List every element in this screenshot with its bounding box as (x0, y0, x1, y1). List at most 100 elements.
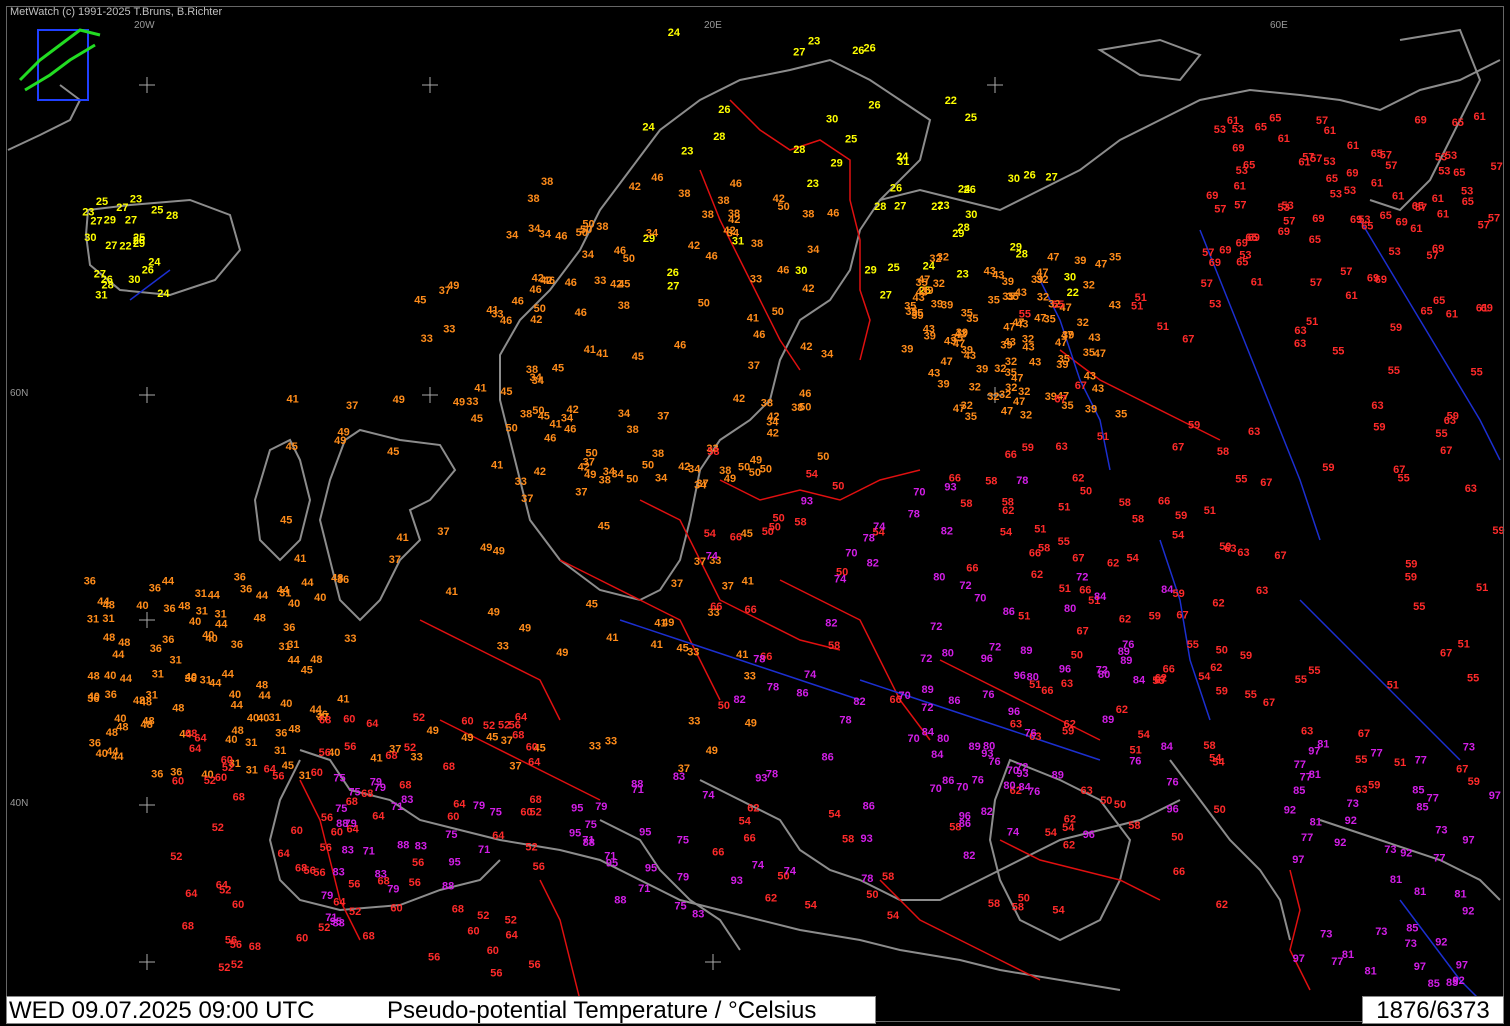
station-value-magenta: 81 (1390, 874, 1402, 886)
station-value-magenta: 81 (1317, 739, 1329, 751)
station-value-red: 67 (1077, 626, 1089, 638)
station-value-red: 58 (794, 516, 806, 528)
station-value-orange: 45 (552, 363, 564, 375)
station-value-orange: 34 (766, 417, 779, 429)
station-value-red: 69 (1236, 237, 1248, 249)
station-value-magenta: 82 (981, 806, 993, 818)
station-value-magenta: 77 (1415, 754, 1427, 766)
station-value-red: 56 (304, 865, 316, 877)
station-value-red: 53 (1438, 166, 1450, 178)
station-value-magenta: 79 (677, 872, 689, 884)
station-value-red: 51 (1387, 680, 1399, 692)
station-value-orange: 37 (694, 556, 706, 568)
station-value-red: 63 (1371, 400, 1383, 412)
station-value-red: 54 (1209, 753, 1222, 765)
station-value-magenta: 75 (677, 834, 689, 846)
station-value-orange: 35 (1115, 408, 1127, 420)
station-value-orange: 31 (152, 669, 164, 681)
station-value-yellow: 26 (852, 45, 864, 57)
station-value-red: 59 (1405, 558, 1417, 570)
station-value-orange: 36 (87, 693, 99, 705)
station-value-magenta: 70 (908, 733, 920, 745)
station-value-yellow: 28 (874, 201, 886, 213)
station-value-orange: 40 (314, 592, 326, 604)
station-value-yellow: 26 (964, 184, 976, 196)
station-value-red: 52 (170, 851, 182, 863)
station-value-orange: 39 (937, 378, 949, 390)
station-value-yellow: 23 (957, 268, 969, 280)
station-value-orange: 37 (575, 487, 587, 499)
station-value-red: 50 (866, 889, 878, 901)
station-value-orange: 46 (827, 208, 839, 220)
station-value-orange: 44 (106, 746, 119, 758)
station-value-red: 62 (1116, 704, 1128, 716)
station-value-orange: 42 (688, 240, 700, 252)
station-value-red: 61 (1392, 191, 1404, 203)
station-value-magenta: 73 (1347, 798, 1359, 810)
station-value-orange: 45 (586, 598, 598, 610)
station-value-red: 53 (1330, 189, 1342, 201)
station-value-red: 64 (366, 718, 379, 730)
station-value-orange: 44 (112, 649, 125, 661)
station-value-red: 62 (1210, 662, 1222, 674)
station-value-red: 54 (1172, 530, 1185, 542)
station-value-orange: 32 (1005, 356, 1017, 368)
station-value-red: 51 (1394, 757, 1406, 769)
station-value-red: 66 (1158, 496, 1170, 508)
longitude-label-60e: 60E (1270, 20, 1288, 31)
station-value-red: 57 (1488, 213, 1500, 225)
station-value-red: 53 (1236, 165, 1248, 177)
station-value-orange: 45 (414, 294, 426, 306)
station-value-red: 55 (1295, 674, 1307, 686)
station-value-red: 63 (1081, 785, 1093, 797)
station-value-yellow: 26 (667, 267, 679, 279)
frame-counter: 1876/6373 (1362, 996, 1504, 1024)
station-value-orange: 36 (163, 603, 175, 615)
station-value-magenta: 74 (752, 860, 765, 872)
station-value-magenta: 84 (931, 749, 944, 761)
station-value-red: 55 (1388, 365, 1400, 377)
station-value-orange: 41 (294, 553, 306, 565)
station-value-orange: 33 (687, 647, 699, 659)
station-value-orange: 50 (506, 423, 518, 435)
station-value-orange: 45 (280, 515, 292, 527)
weather-map: 2327282625242627302925222328292631243027… (7, 27, 1505, 1011)
station-value-magenta: 92 (1334, 837, 1346, 849)
station-value-magenta: 85 (1406, 923, 1418, 935)
station-value-magenta: 95 (571, 803, 583, 815)
station-value-red: 69 (1278, 226, 1290, 238)
station-value-red: 67 (1263, 697, 1275, 709)
station-value-magenta: 72 (1076, 571, 1088, 583)
station-value-yellow: 27 (880, 290, 892, 302)
station-value-orange: 49 (706, 745, 718, 757)
station-value-orange: 43 (1004, 337, 1016, 349)
station-value-magenta: 71 (638, 883, 650, 895)
station-value-orange: 43 (1109, 300, 1121, 312)
station-value-red: 55 (1187, 639, 1199, 651)
station-value-orange: 46 (799, 388, 811, 400)
station-value-red: 54 (1062, 822, 1075, 834)
station-value-magenta: 70 (930, 783, 942, 795)
station-value-orange: 48 (116, 721, 128, 733)
station-value-red: 69 (1232, 143, 1244, 155)
station-value-orange: 50 (582, 219, 594, 231)
station-value-magenta: 73 (1320, 928, 1332, 940)
station-value-orange: 40 (104, 670, 116, 682)
station-value-red: 57 (1201, 278, 1213, 290)
station-value-magenta: 88 (442, 880, 454, 892)
station-value-magenta: 86 (942, 775, 954, 787)
station-value-red: 63 (1237, 547, 1249, 559)
station-value-red: 58 (882, 871, 894, 883)
station-value-magenta: 83 (673, 771, 685, 783)
station-value-red: 51 (1458, 638, 1470, 650)
station-value-red: 65 (1255, 121, 1267, 133)
station-value-magenta: 96 (981, 653, 993, 665)
station-value-red: 56 (533, 861, 545, 873)
station-value-orange: 49 (480, 542, 492, 554)
station-value-orange: 34 (688, 463, 701, 475)
station-value-red: 67 (1456, 764, 1468, 776)
station-value-red: 50 (773, 513, 785, 525)
station-value-orange: 38 (702, 209, 714, 221)
station-value-red: 53 (1214, 124, 1226, 136)
station-value-red: 57 (1310, 277, 1322, 289)
